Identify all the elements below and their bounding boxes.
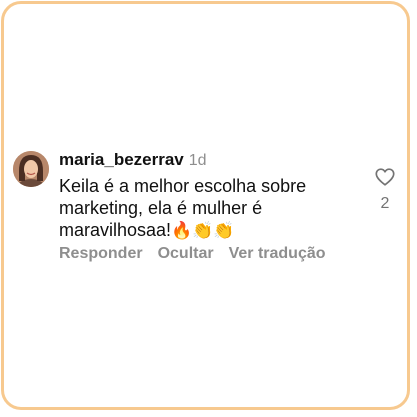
comment-header: maria_bezerrav 1d (59, 150, 207, 171)
comment-line-1: Keila é a melhor escolha sobre (59, 176, 307, 196)
like-button[interactable] (374, 166, 396, 188)
heart-outline-icon (375, 168, 395, 186)
avatar[interactable] (13, 151, 49, 187)
like-count: 2 (380, 195, 390, 212)
comment-line-3: maravilhosaa! (59, 220, 172, 240)
username[interactable]: maria_bezerrav (59, 150, 184, 169)
comment-actions: Responder Ocultar Ver tradução (59, 245, 341, 263)
comment-time: 1d (188, 152, 207, 169)
avatar-photo (13, 151, 49, 187)
comment-line-2: marketing, ela é mulher é (59, 198, 263, 218)
hide-button[interactable]: Ocultar (158, 245, 214, 262)
reply-button[interactable]: Responder (59, 245, 143, 262)
comment-text: Keila é a melhor escolha sobre marketing… (59, 175, 359, 242)
translate-button[interactable]: Ver tradução (229, 245, 326, 262)
comment-emojis: 🔥👏👏 (171, 221, 235, 240)
